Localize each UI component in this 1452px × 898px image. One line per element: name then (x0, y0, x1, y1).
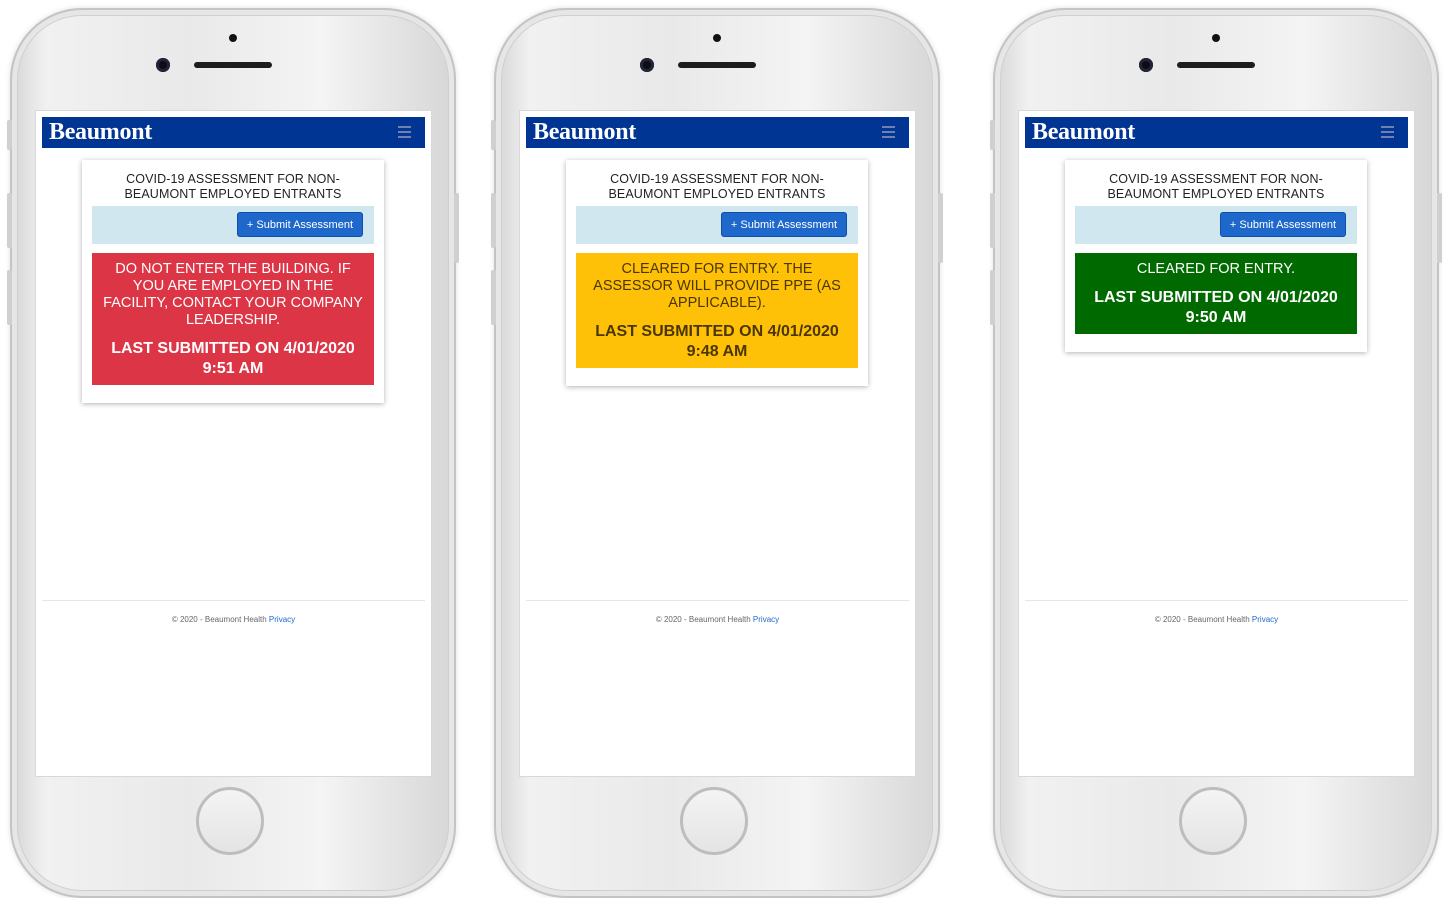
earpiece-speaker (678, 62, 756, 68)
proximity-sensor (229, 34, 237, 42)
footer-divider (42, 600, 425, 601)
card-title: COVID-19 ASSESSMENT FOR NON-BEAUMONT EMP… (1107, 172, 1325, 201)
privacy-link[interactable]: Privacy (269, 615, 295, 624)
footer-copyright: © 2020 - Beaumont Health (171, 615, 267, 624)
volume-down-button (990, 270, 995, 325)
footer-copyright: © 2020 - Beaumont Health (655, 615, 751, 624)
status-message: CLEARED FOR ENTRY. (1136, 261, 1296, 277)
status-message: DO NOT ENTER THE BUILDING. IF YOU ARE EM… (103, 261, 363, 328)
mute-switch (7, 120, 12, 150)
phone-screen: Beaumont COVID-19 ASSESSMENT FOR NON-BEA… (1019, 111, 1414, 776)
action-bar: + Submit Assessment (92, 206, 374, 244)
volume-down-button (7, 270, 12, 325)
action-bar: + Submit Assessment (1075, 206, 1357, 244)
phone-screen: Beaumont COVID-19 ASSESSMENT FOR NON-BEA… (36, 111, 431, 776)
power-button (938, 193, 943, 263)
footer: © 2020 - Beaumont Health Privacy (1019, 615, 1414, 624)
privacy-link[interactable]: Privacy (753, 615, 779, 624)
submit-assessment-button[interactable]: + Submit Assessment (236, 212, 363, 237)
navbar: Beaumont (526, 117, 909, 148)
last-submitted: LAST SUBMITTED ON 4/01/2020 9:51 AM (111, 340, 355, 377)
footer: © 2020 - Beaumont Health Privacy (520, 615, 915, 624)
proximity-sensor (1212, 34, 1220, 42)
power-button (1437, 193, 1442, 263)
status-alert: CLEARED FOR ENTRY. LAST SUBMITTED ON 4/0… (1075, 253, 1357, 334)
volume-up-button (7, 193, 12, 248)
phone-mockup-1: Beaumont COVID-19 ASSESSMENT FOR NON-BEA… (7, 8, 459, 898)
footer-divider (1025, 600, 1408, 601)
card-title: COVID-19 ASSESSMENT FOR NON-BEAUMONT EMP… (608, 172, 826, 201)
front-camera-icon (156, 58, 170, 72)
front-camera-icon (1139, 58, 1153, 72)
phone-mockup-2: Beaumont COVID-19 ASSESSMENT FOR NON-BEA… (491, 8, 943, 898)
front-camera-icon (640, 58, 654, 72)
footer: © 2020 - Beaumont Health Privacy (36, 615, 431, 624)
status-message: CLEARED FOR ENTRY. THE ASSESSOR WILL PRO… (593, 261, 841, 311)
home-button (1179, 787, 1247, 855)
last-submitted: LAST SUBMITTED ON 4/01/2020 9:48 AM (595, 323, 839, 360)
brand-logo[interactable]: Beaumont (1032, 119, 1135, 146)
submit-assessment-button[interactable]: + Submit Assessment (1219, 212, 1346, 237)
status-alert: CLEARED FOR ENTRY. THE ASSESSOR WILL PRO… (576, 253, 858, 368)
submit-assessment-button[interactable]: + Submit Assessment (720, 212, 847, 237)
assessment-card: COVID-19 ASSESSMENT FOR NON-BEAUMONT EMP… (1065, 160, 1367, 352)
volume-up-button (491, 193, 496, 248)
phone-mockup-3: Beaumont COVID-19 ASSESSMENT FOR NON-BEA… (990, 8, 1442, 898)
card-title: COVID-19 ASSESSMENT FOR NON-BEAUMONT EMP… (124, 172, 342, 201)
status-alert: DO NOT ENTER THE BUILDING. IF YOU ARE EM… (92, 253, 374, 385)
assessment-card: COVID-19 ASSESSMENT FOR NON-BEAUMONT EMP… (82, 160, 384, 403)
last-submitted: LAST SUBMITTED ON 4/01/2020 9:50 AM (1094, 289, 1338, 326)
home-button (680, 787, 748, 855)
navbar: Beaumont (42, 117, 425, 148)
mute-switch (990, 120, 995, 150)
navbar: Beaumont (1025, 117, 1408, 148)
privacy-link[interactable]: Privacy (1252, 615, 1278, 624)
phone-screen: Beaumont COVID-19 ASSESSMENT FOR NON-BEA… (520, 111, 915, 776)
proximity-sensor (713, 34, 721, 42)
volume-down-button (491, 270, 496, 325)
volume-up-button (990, 193, 995, 248)
hamburger-menu-icon[interactable] (398, 126, 411, 138)
assessment-card: COVID-19 ASSESSMENT FOR NON-BEAUMONT EMP… (566, 160, 868, 386)
brand-logo[interactable]: Beaumont (533, 119, 636, 146)
home-button (196, 787, 264, 855)
power-button (454, 193, 459, 263)
earpiece-speaker (194, 62, 272, 68)
action-bar: + Submit Assessment (576, 206, 858, 244)
hamburger-menu-icon[interactable] (1381, 126, 1394, 138)
footer-divider (526, 600, 909, 601)
earpiece-speaker (1177, 62, 1255, 68)
brand-logo[interactable]: Beaumont (49, 119, 152, 146)
footer-copyright: © 2020 - Beaumont Health (1154, 615, 1250, 624)
mute-switch (491, 120, 496, 150)
hamburger-menu-icon[interactable] (882, 126, 895, 138)
